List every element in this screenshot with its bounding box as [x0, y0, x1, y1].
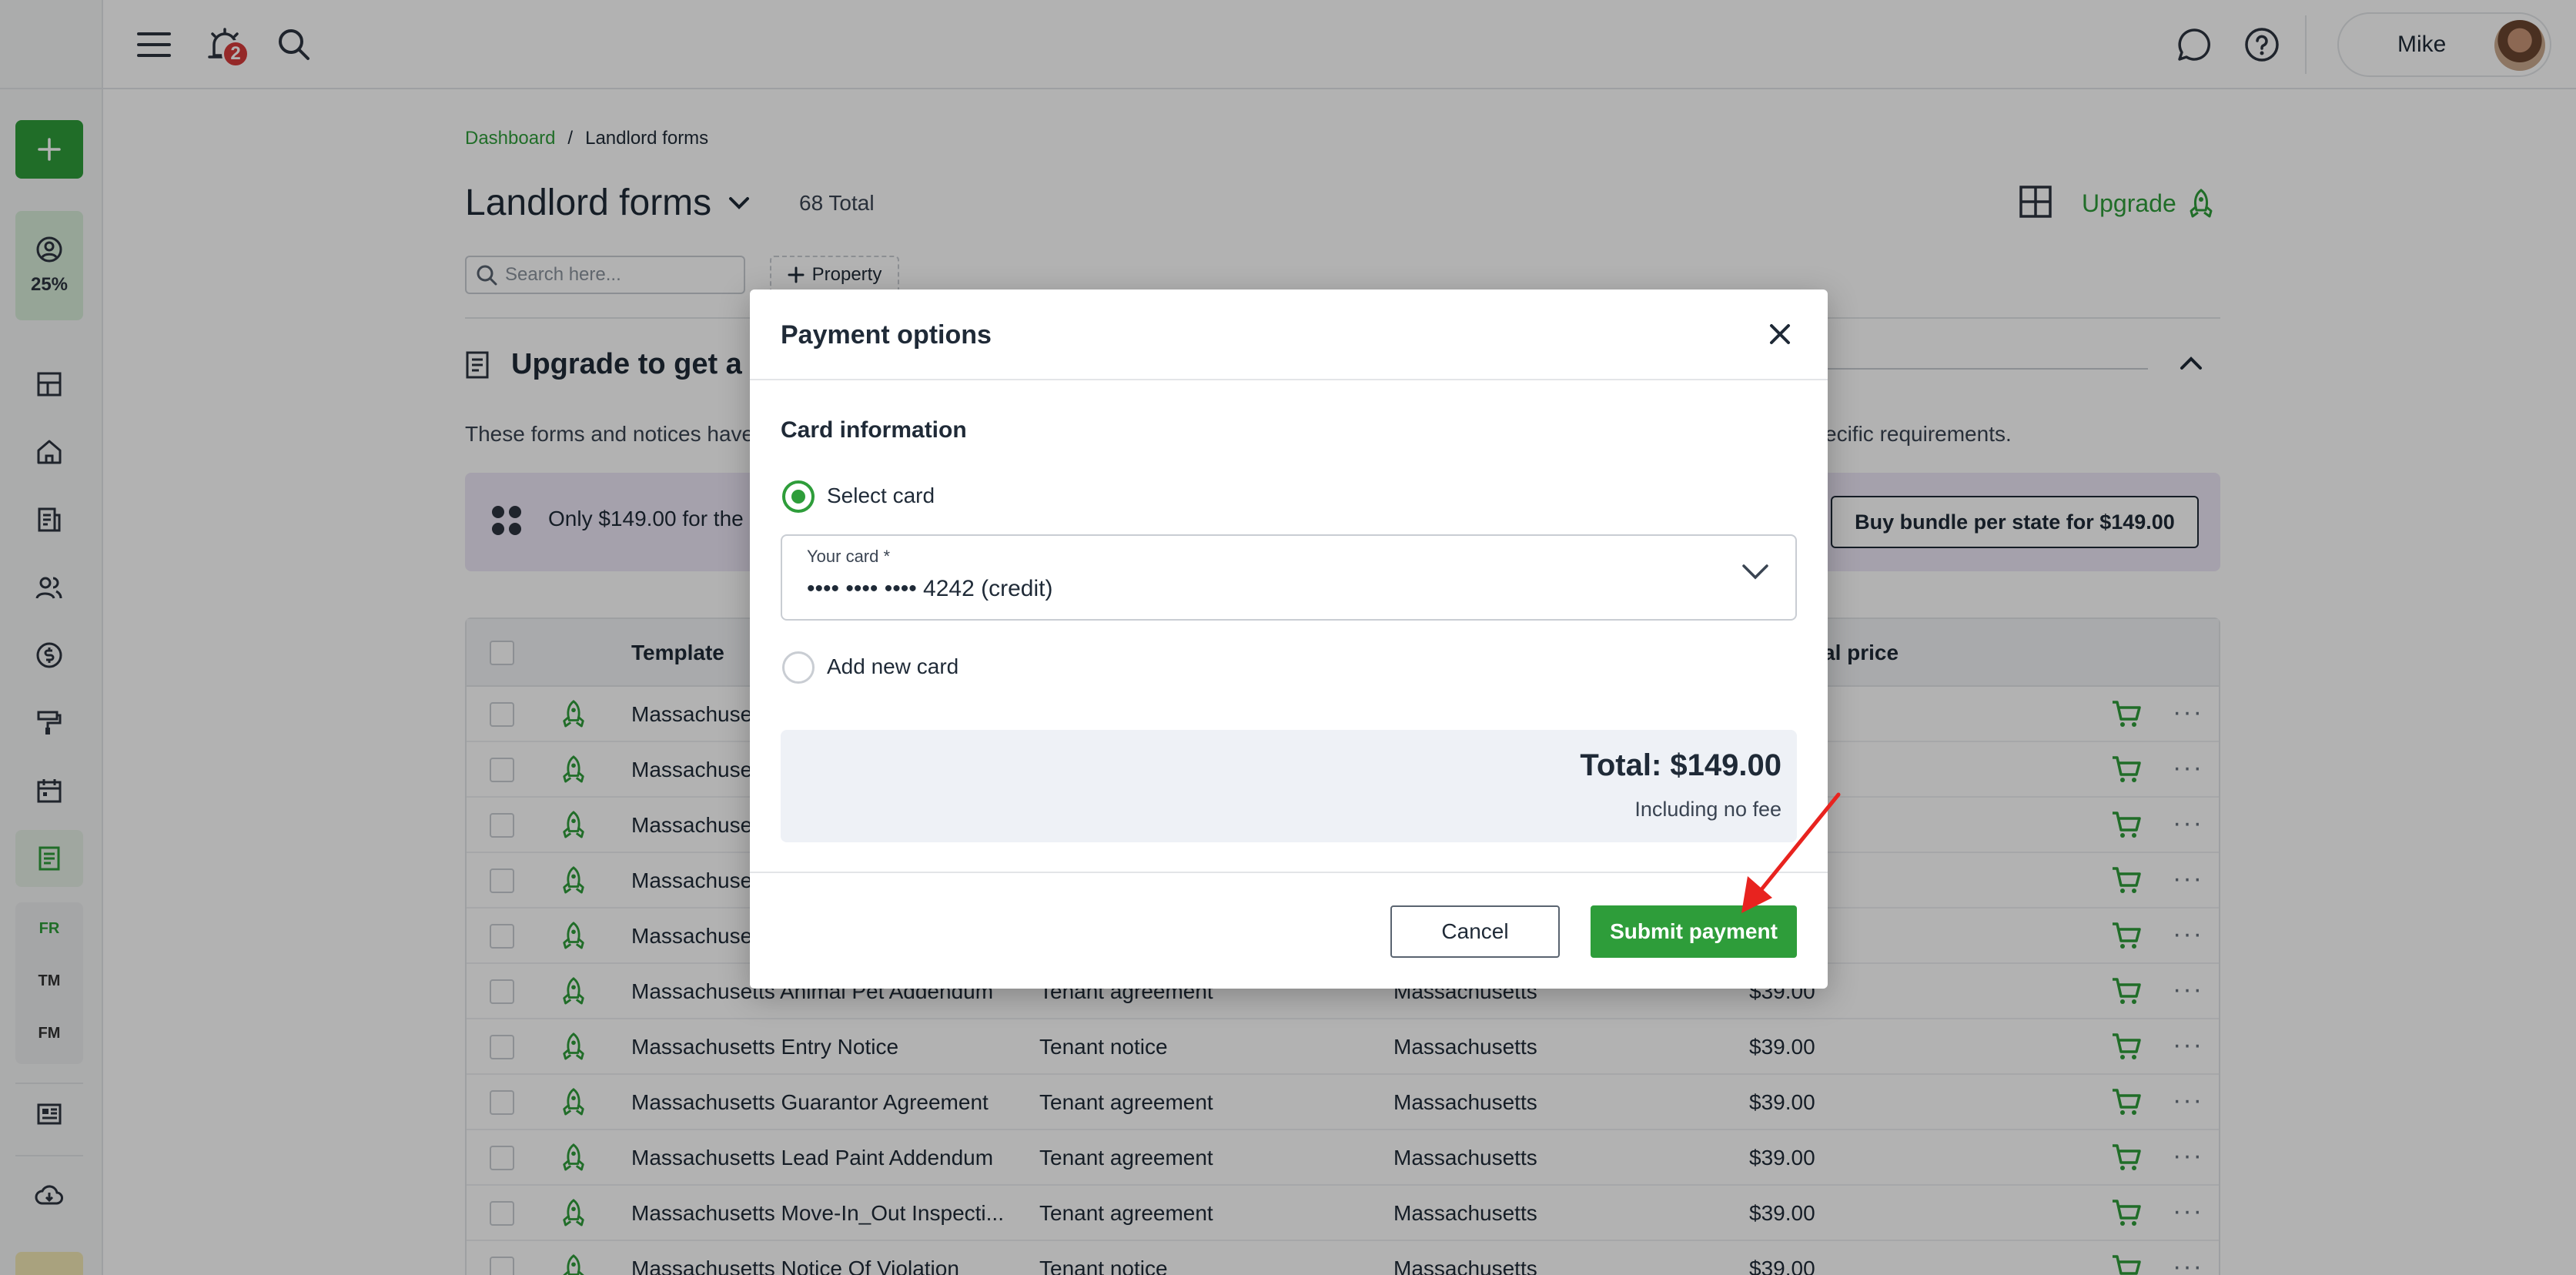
select-card-radio[interactable] [782, 480, 815, 513]
card-select[interactable]: Your card * •••• •••• •••• 4242 (credit) [781, 534, 1797, 621]
chevron-down-icon [1742, 564, 1768, 580]
payment-options-modal: Payment options Card information Select … [750, 289, 1828, 989]
modal-footer-divider [750, 872, 1828, 873]
add-new-card-radio[interactable] [782, 651, 815, 684]
modal-header: Payment options [750, 289, 1828, 380]
card-select-label: Your card * [807, 547, 891, 566]
total-amount: Total: $149.00 [1580, 748, 1781, 782]
card-information-heading: Card information [781, 417, 967, 443]
close-button[interactable] [1763, 317, 1797, 351]
close-icon [1770, 324, 1790, 344]
total-summary: Total: $149.00 Including no fee [781, 730, 1797, 842]
add-new-card-label[interactable]: Add new card [827, 654, 958, 679]
annotation-arrow [1741, 792, 1841, 913]
modal-title: Payment options [781, 320, 992, 350]
select-card-label[interactable]: Select card [827, 484, 935, 508]
card-select-value: •••• •••• •••• 4242 (credit) [807, 576, 1053, 601]
cancel-button[interactable]: Cancel [1390, 905, 1560, 958]
